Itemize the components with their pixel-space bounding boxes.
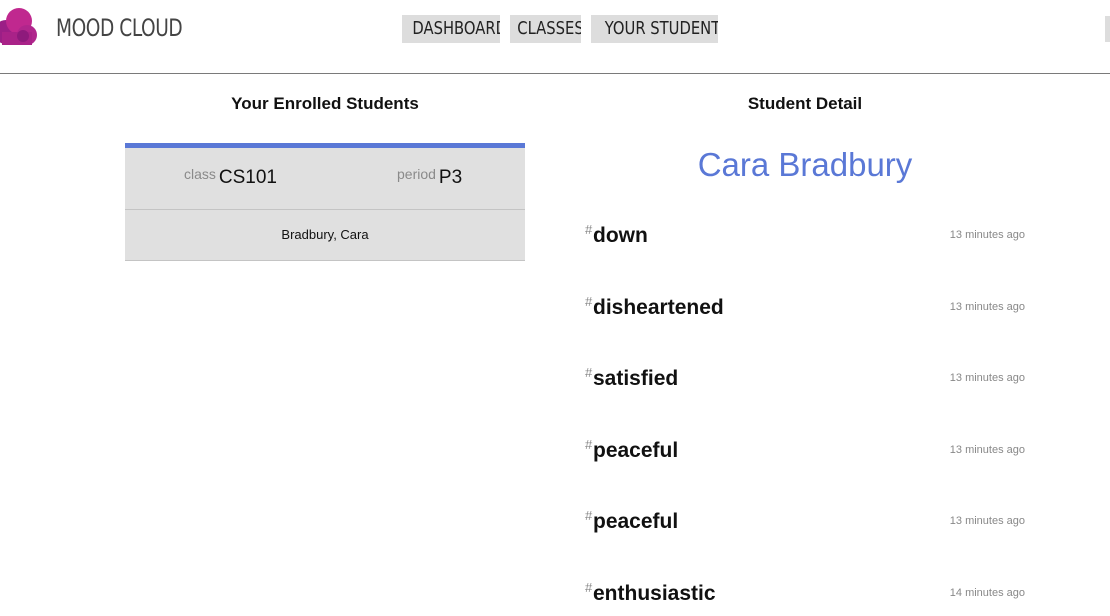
mood-entry: # satisfied 13 minutes ago [585, 365, 1025, 401]
mood-tag: down [593, 224, 648, 247]
top-header: MOOD CLOUD DASHBOARD CLASSES YOUR STUDEN… [0, 0, 1110, 74]
enrolled-students-heading: Your Enrolled Students [231, 94, 419, 113]
period-label: period [397, 166, 436, 182]
mood-tag: disheartened [593, 296, 724, 319]
nav-classes[interactable]: CLASSES [510, 15, 581, 43]
mood-tag: satisfied [593, 367, 679, 390]
nav-your-students[interactable]: YOUR STUDENTS [591, 15, 718, 43]
mood-entry: # down 13 minutes ago [585, 222, 1025, 258]
mood-entry: # peaceful 13 minutes ago [585, 437, 1025, 473]
brand-title[interactable]: MOOD CLOUD [56, 14, 183, 42]
mood-timestamp: 13 minutes ago [949, 372, 1025, 384]
hash-symbol: # [585, 294, 593, 309]
class-meta: class CS101 [184, 166, 277, 188]
class-card: class CS101 period P3 Bradbury, Cara [125, 143, 525, 261]
mood-timestamp: 13 minutes ago [949, 515, 1025, 527]
mood-timestamp: 13 minutes ago [949, 229, 1025, 241]
nav-classes-label: CLASSES [517, 18, 581, 39]
mood-tag: enthusiastic [593, 582, 716, 605]
student-row[interactable]: Bradbury, Cara [125, 210, 525, 260]
class-label: class [184, 166, 216, 182]
nav-your-students-label: YOUR STUDENTS [604, 18, 718, 39]
cloud-logo-icon[interactable] [0, 6, 40, 48]
class-value: CS101 [218, 167, 278, 188]
hash-symbol: # [585, 508, 593, 523]
student-detail-heading: Student Detail [747, 94, 863, 113]
hash-symbol: # [585, 365, 593, 380]
class-card-header: class CS101 period P3 [125, 148, 525, 210]
hash-symbol: # [585, 437, 593, 452]
period-meta: period P3 [397, 166, 462, 188]
mood-entry: # peaceful 13 minutes ago [585, 508, 1025, 544]
mood-entry: # enthusiastic 14 minutes ago [585, 580, 1025, 616]
mood-tag: peaceful [593, 510, 679, 533]
mood-timestamp: 14 minutes ago [949, 587, 1025, 599]
mood-entry: # disheartened 13 minutes ago [585, 294, 1025, 330]
nav-dashboard[interactable]: DASHBOARD [402, 15, 500, 43]
hash-symbol: # [585, 580, 593, 595]
mood-timestamp: 13 minutes ago [949, 301, 1025, 313]
nav-dashboard-label: DASHBOARD [412, 18, 500, 39]
mood-timestamp: 13 minutes ago [949, 444, 1025, 456]
mood-tag: peaceful [593, 439, 679, 462]
hash-symbol: # [585, 222, 593, 237]
period-value: P3 [438, 167, 463, 188]
selected-student-name: Cara Bradbury [697, 146, 913, 183]
header-edge-control [1105, 16, 1110, 42]
